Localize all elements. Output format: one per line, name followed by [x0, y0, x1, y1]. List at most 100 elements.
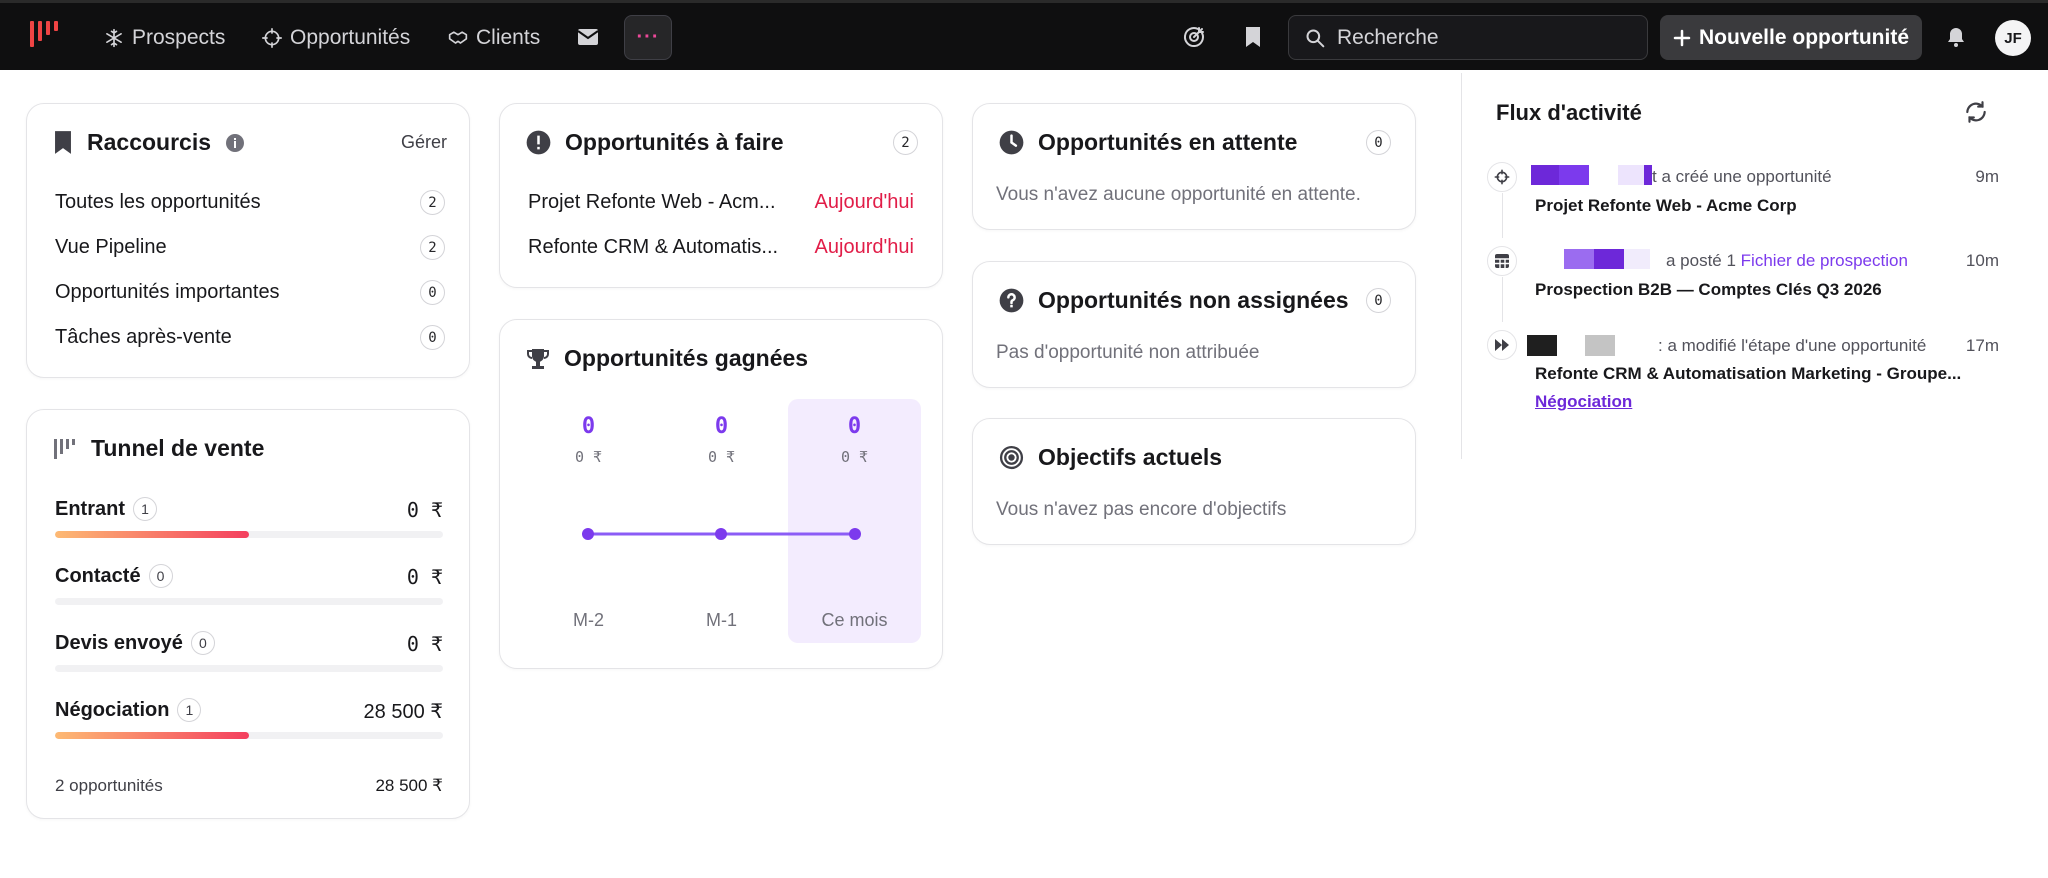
new-opportunity-button[interactable]: Nouvelle opportunité — [1660, 15, 1922, 60]
avatar[interactable]: JF — [1995, 20, 2031, 56]
plus-icon — [1673, 29, 1691, 46]
refresh-icon[interactable] — [1963, 99, 1989, 125]
shortcuts-header: Raccourcis — [53, 129, 245, 156]
activity-stage-link[interactable]: Négociation — [1535, 392, 1632, 412]
app-logo[interactable] — [30, 21, 64, 51]
shortcuts-title: Raccourcis — [87, 129, 212, 155]
new-opportunity-label: Nouvelle opportunité — [1699, 25, 1909, 49]
sales-funnel-card: Tunnel de vente Entrant 1 0 ₹ Contacté 0… — [26, 409, 470, 819]
shortcut-item-all[interactable]: Toutes les opportunités — [55, 191, 261, 214]
todo-item[interactable]: Refonte CRM & Automatis... — [528, 236, 778, 259]
stage-count: 0 — [190, 631, 215, 655]
snowflake-icon — [106, 28, 122, 48]
funnel-title: Tunnel de vente — [91, 435, 265, 461]
todo-item[interactable]: Projet Refonte Web - Acm... — [528, 191, 776, 214]
more-menu-button[interactable]: ··· — [624, 15, 672, 60]
stage-count: 0 — [148, 564, 173, 588]
nav-clients[interactable]: Clients — [448, 19, 540, 57]
shortcut-item-aftersales[interactable]: Tâches après-vente — [55, 326, 232, 349]
shortcut-count: 2 — [420, 190, 445, 215]
activity-time: 9m — [1975, 167, 1999, 186]
funnel-stage-devis[interactable]: Devis envoyé 0 — [55, 631, 215, 655]
bookmark-icon — [55, 131, 71, 154]
won-trend-point[interactable] — [849, 528, 861, 540]
bell-icon[interactable] — [1943, 24, 1969, 50]
activity-action: a posté 1 — [1666, 251, 1741, 270]
waiting-header: Opportunités en attente — [999, 129, 1297, 156]
info-icon[interactable] — [225, 133, 245, 153]
question-icon — [999, 288, 1024, 313]
stage-count: 1 — [133, 497, 157, 521]
nav-opportunites-label: Opportunités — [290, 26, 411, 49]
top-navigation-bar: Prospects Opportunités Clients ··· Reche… — [0, 0, 2048, 70]
shortcut-item-important[interactable]: Opportunités importantes — [55, 281, 280, 304]
search-input[interactable]: Recherche — [1288, 15, 1648, 60]
stage-progress-bar — [55, 598, 443, 605]
unassigned-header: Opportunités non assignées — [999, 287, 1349, 314]
handshake-icon — [448, 31, 468, 44]
shortcut-count: 0 — [420, 280, 445, 305]
waiting-empty-text: Vous n'avez aucune opportunité en attent… — [996, 184, 1361, 205]
search-icon — [1306, 29, 1325, 47]
funnel-stage-entrant[interactable]: Entrant 1 — [55, 497, 157, 521]
stage-label: Entrant — [55, 497, 125, 520]
todo-count: 2 — [893, 130, 918, 155]
funnel-stage-contacte[interactable]: Contacté 0 — [55, 564, 173, 588]
funnel-header: Tunnel de vente — [53, 435, 264, 462]
stage-label: Négociation — [55, 698, 170, 721]
search-placeholder: Recherche — [1337, 25, 1439, 49]
activity-text: a posté 1 Fichier de prospection — [1666, 251, 1908, 271]
stage-progress-bar — [55, 531, 443, 538]
bookmark-icon[interactable] — [1240, 24, 1266, 50]
todo-header: Opportunités à faire — [526, 129, 784, 156]
stage-label: Devis envoyé — [55, 631, 183, 654]
target-icon[interactable] — [1181, 24, 1207, 50]
activity-time: 10m — [1965, 251, 1999, 270]
todo-title: Opportunités à faire — [565, 129, 784, 155]
shortcut-item-pipeline[interactable]: Vue Pipeline — [55, 236, 167, 259]
stage-label: Contacté — [55, 564, 141, 587]
activity-text: t a créé une opportunité — [1652, 167, 1832, 187]
alert-icon — [526, 130, 551, 155]
stage-value: 28 500 ₹ — [363, 701, 443, 723]
stage-value: 0 ₹ — [406, 498, 443, 522]
timeline-line — [1502, 277, 1503, 322]
won-opportunities-card: Opportunités gagnées 0 0 ₹ M-2 0 0 ₹ M-1… — [499, 319, 943, 669]
activity-subject-link[interactable]: Prospection B2B — Comptes Clés Q3 2026 — [1535, 280, 1882, 300]
goals-title: Objectifs actuels — [1038, 444, 1223, 470]
crosshair-icon — [1487, 162, 1517, 192]
nav-prospects[interactable]: Prospects — [104, 19, 225, 57]
unassigned-count: 0 — [1366, 288, 1391, 313]
timeline-line — [1502, 193, 1503, 238]
mail-icon[interactable] — [575, 24, 601, 50]
stage-value: 0 ₹ — [406, 565, 443, 589]
waiting-count: 0 — [1366, 130, 1391, 155]
activity-subject-link[interactable]: Refonte CRM & Automatisation Marketing -… — [1535, 364, 1961, 384]
nav-opportunites[interactable]: Opportunités — [262, 19, 410, 57]
fast-forward-icon — [1487, 330, 1517, 360]
shortcut-count: 2 — [420, 235, 445, 260]
stage-value: 0 ₹ — [406, 632, 443, 656]
todo-opportunities-card: Opportunités à faire 2 Projet Refonte We… — [499, 103, 943, 288]
target-icon — [999, 445, 1024, 470]
funnel-stage-negociation[interactable]: Négociation 1 — [55, 698, 202, 722]
stage-progress-bar — [55, 732, 443, 739]
goals-empty-text: Vous n'avez pas encore d'objectifs — [996, 499, 1287, 520]
activity-action: a créé une opportunité — [1656, 167, 1832, 186]
goals-card: Objectifs actuels Vous n'avez pas encore… — [972, 418, 1416, 545]
shortcut-count: 0 — [420, 325, 445, 350]
won-trend-chart — [582, 528, 861, 540]
funnel-bars-icon — [54, 438, 75, 459]
won-trend-point[interactable] — [582, 528, 594, 540]
nav-prospects-label: Prospects — [132, 26, 226, 49]
crosshair-icon — [262, 28, 282, 48]
todo-due: Aujourd'hui — [814, 236, 914, 258]
activity-subject-link[interactable]: Projet Refonte Web - Acme Corp — [1535, 196, 1797, 216]
activity-file-link[interactable]: Fichier de prospection — [1741, 251, 1908, 270]
funnel-footer-label: 2 opportunités — [55, 776, 163, 795]
nav-clients-label: Clients — [476, 26, 541, 49]
funnel-footer-value: 28 500 ₹ — [375, 776, 443, 795]
manage-shortcuts-link[interactable]: Gérer — [401, 132, 447, 153]
stage-progress-fill — [55, 531, 249, 538]
won-trend-point[interactable] — [715, 528, 727, 540]
